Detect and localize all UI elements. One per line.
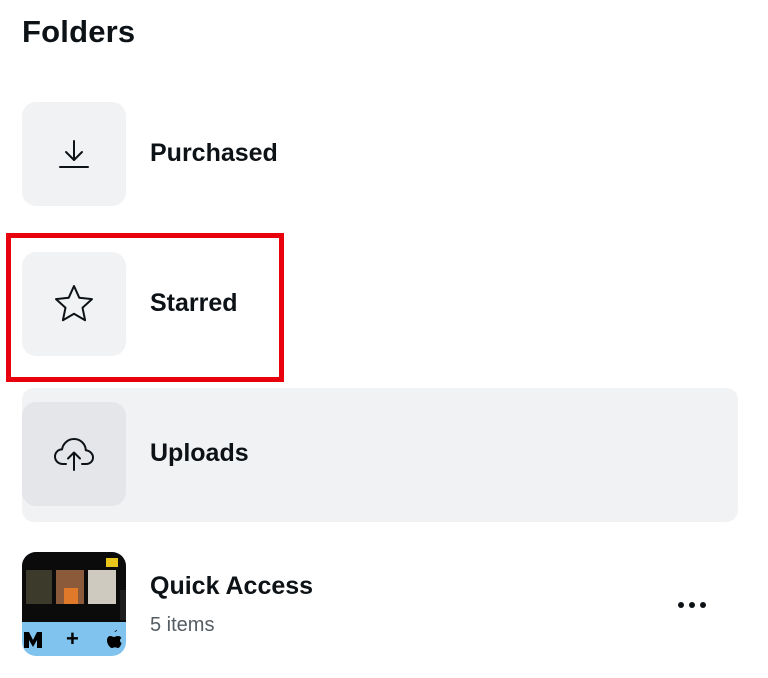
folders-heading: Folders: [22, 14, 136, 49]
thumbnail-badge: [106, 558, 118, 567]
plus-glyph: +: [66, 626, 79, 651]
thumbnail-app-strip: +: [22, 626, 126, 656]
folder-thumbnail: [22, 102, 126, 206]
quick-access-item-count: 5 items: [150, 614, 215, 636]
thumbnail-edge: [120, 590, 126, 620]
ellipsis-icon: [678, 602, 684, 608]
folder-thumbnail: [22, 402, 126, 506]
download-icon: [59, 140, 89, 168]
ellipsis-icon: [689, 602, 695, 608]
folder-label: Uploads: [150, 439, 249, 467]
highlight-box: [6, 233, 284, 382]
thumbnail-poster: [26, 570, 52, 604]
folder-uploads[interactable]: Uploads: [22, 402, 322, 508]
quick-access-thumbnail: +: [22, 552, 126, 656]
folder-quick-access[interactable]: + Quick Access 5 items: [22, 552, 738, 658]
cloud-upload-icon: [54, 438, 94, 471]
thumbnail-figure: [64, 588, 78, 604]
more-options-button[interactable]: [670, 588, 714, 622]
folders-panel: Folders Purchased Starred Uploads + Quic…: [0, 0, 768, 678]
mtv-logo-icon: [24, 632, 42, 648]
ellipsis-icon: [700, 602, 706, 608]
quick-access-title: Quick Access: [150, 572, 314, 600]
thumbnail-poster: [88, 570, 116, 604]
folder-label: Purchased: [150, 139, 278, 167]
apple-tv-logo-icon: [107, 630, 122, 648]
folder-purchased[interactable]: Purchased: [22, 102, 322, 208]
